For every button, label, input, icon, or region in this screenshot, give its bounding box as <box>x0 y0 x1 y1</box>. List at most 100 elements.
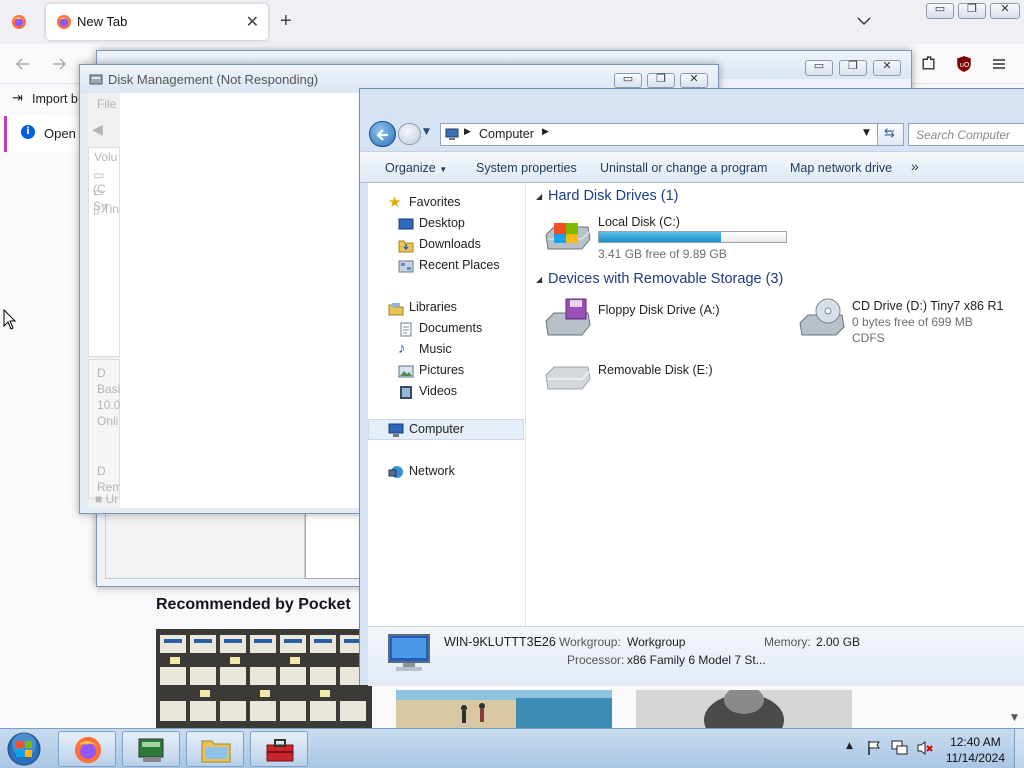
computer-icon <box>388 423 404 437</box>
pictures-icon <box>398 365 414 378</box>
memory-label: Memory: <box>764 635 811 649</box>
minimize-button[interactable]: ▭ <box>926 2 954 19</box>
restore-button[interactable]: ❐ <box>647 72 675 88</box>
volume-name: Tin <box>102 202 119 216</box>
back-button[interactable] <box>369 121 396 147</box>
pocket-heading: Recommended by Pocket <box>156 596 351 613</box>
address-bar[interactable]: ▶ Computer ▶ ▼ <box>440 123 878 146</box>
forward-button[interactable] <box>398 123 421 145</box>
extensions-icon[interactable] <box>920 55 937 72</box>
navigation-pane: ★ Favorites Desktop Downloads Recent Pla… <box>368 183 526 626</box>
collapse-group-icon[interactable]: ◢ <box>536 275 542 284</box>
floppy-drive-icon <box>545 298 591 336</box>
volume-list: Volu ▭ (C ▭ Sy ▯ Tin <box>88 147 120 357</box>
taskbar-firefox[interactable] <box>58 731 116 767</box>
taskbar-disk-management[interactable] <box>122 731 180 767</box>
list-all-tabs-icon[interactable] <box>856 13 872 29</box>
disk-status: Onli <box>97 414 119 428</box>
breadcrumb-computer[interactable]: Computer <box>479 127 534 141</box>
recent-places-icon <box>398 260 414 273</box>
system-clock[interactable]: 12:40 AM 11/14/2024 <box>946 734 1005 766</box>
drive-c[interactable]: Local Disk (C:) 3.41 GB free of 9.89 GB <box>544 215 794 261</box>
processor-label: Processor: <box>567 653 625 667</box>
computer-large-icon <box>388 634 430 671</box>
close-button[interactable]: ✕ <box>873 59 901 76</box>
documents-icon <box>400 322 412 337</box>
drive-d[interactable]: CD Drive (D:) Tiny7 x86 R1 0 bytes free … <box>798 297 1023 347</box>
content-pane: ◢ Hard Disk Drives (1) Local Disk (C:) 3… <box>526 183 1024 626</box>
taskbar-toolbox[interactable] <box>250 731 308 767</box>
drive-c-free-space: 3.41 GB free of 9.89 GB <box>598 247 727 261</box>
clock-time: 12:40 AM <box>950 735 1001 749</box>
hamburger-menu-icon[interactable] <box>991 56 1007 72</box>
close-button[interactable]: ✕ <box>990 2 1020 19</box>
minimize-button[interactable]: ▭ <box>614 72 642 88</box>
drive-d-name: CD Drive (D:) Tiny7 x86 R1 <box>852 299 1004 313</box>
computer-icon <box>445 128 459 140</box>
map-network-drive-button[interactable]: Map network drive <box>790 161 892 175</box>
volume-muted-icon[interactable] <box>916 740 934 756</box>
disk-management-left-strip: File ◀ Volu ▭ (C ▭ Sy ▯ Tin D Basi 10.0 … <box>88 93 122 508</box>
column-header-volume[interactable]: Volu <box>94 150 117 164</box>
back-icon[interactable]: ◀ <box>92 121 103 138</box>
group-header-hard-disk-drives[interactable]: Hard Disk Drives (1) <box>548 188 679 204</box>
firefox-menu-icon[interactable] <box>11 14 27 30</box>
taskbar: ▲ 12:40 AM 11/14/2024 <box>0 728 1024 768</box>
disk-size: 10.0 <box>97 398 121 412</box>
tab-title: New Tab <box>77 14 128 29</box>
minimize-button[interactable]: ▭ <box>805 59 833 76</box>
group-header-removable-storage[interactable]: Devices with Removable Storage (3) <box>548 271 783 287</box>
more-commands-button[interactable]: » <box>911 158 919 174</box>
show-desktop-button[interactable] <box>1014 729 1024 768</box>
pocket-card-image[interactable] <box>636 690 852 728</box>
show-hidden-icons[interactable]: ▲ <box>846 741 853 751</box>
search-box[interactable]: Search Computer <box>908 123 1024 146</box>
chevron-right-icon[interactable]: ▶ <box>464 127 471 137</box>
browser-tab-strip: New Tab ✕ + ▭ ❐ ✕ <box>0 0 1024 44</box>
ublock-origin-icon[interactable]: uO <box>955 55 973 73</box>
network-icon <box>388 466 403 478</box>
chevron-right-icon[interactable]: ▶ <box>542 127 549 137</box>
restore-button[interactable]: ❐ <box>958 2 986 19</box>
star-icon: ★ <box>388 194 402 211</box>
import-bookmarks-link[interactable]: Import b <box>32 92 78 106</box>
restore-button[interactable]: ❐ <box>839 59 867 76</box>
computer-name: WIN-9KLUTTT3E26 <box>444 635 556 649</box>
collapse-group-icon[interactable]: ◢ <box>536 192 542 201</box>
action-center-flag-icon[interactable] <box>866 740 882 756</box>
disk-management-icon <box>89 74 103 85</box>
menu-file[interactable]: File <box>97 97 116 111</box>
disk-management-icon <box>138 738 164 762</box>
start-button[interactable] <box>4 730 44 768</box>
uninstall-program-button[interactable]: Uninstall or change a program <box>600 161 767 175</box>
scroll-down-icon[interactable]: ▼ <box>1011 713 1018 723</box>
forward-icon[interactable] <box>51 56 67 72</box>
details-pane: WIN-9KLUTTT3E26 Workgroup: Workgroup Mem… <box>368 626 1024 686</box>
drive-e[interactable]: Removable Disk (E:) <box>544 357 764 397</box>
back-icon[interactable] <box>15 56 31 72</box>
organize-button[interactable]: Organize ▼ <box>385 161 447 175</box>
pocket-card-image[interactable] <box>156 629 372 729</box>
disk-type: Basi <box>97 382 121 396</box>
explorer-window: ▼ ▶ Computer ▶ ▼ ⇆ Search Computer Organ… <box>359 88 1024 686</box>
removable-disk-icon <box>545 366 591 390</box>
disk-map: D Basi 10.0 Onli D Rem <box>88 359 122 499</box>
recent-pages-icon[interactable]: ▼ <box>423 127 430 137</box>
hard-disk-icon <box>545 223 591 250</box>
grocery-shelf-image <box>156 629 372 729</box>
processor-value: x86 Family 6 Model 7 St... <box>627 653 766 667</box>
close-button[interactable]: ✕ <box>680 72 708 88</box>
refresh-button[interactable]: ⇆ <box>877 123 904 146</box>
address-dropdown-icon[interactable]: ▼ <box>863 128 870 138</box>
tab-new-tab[interactable]: New Tab ✕ <box>46 4 268 40</box>
taskbar-explorer[interactable] <box>186 731 244 767</box>
new-tab-button[interactable]: + <box>280 10 292 33</box>
network-tray-icon[interactable] <box>891 740 908 756</box>
system-properties-button[interactable]: System properties <box>476 161 577 175</box>
close-tab-icon[interactable]: ✕ <box>246 12 259 31</box>
portrait-photo-image <box>636 690 852 728</box>
toolbox-icon <box>266 739 294 762</box>
pocket-card-image[interactable] <box>396 690 612 728</box>
drive-a[interactable]: Floppy Disk Drive (A:) <box>544 297 764 343</box>
volume-row[interactable]: ▯ Tin <box>93 202 119 216</box>
